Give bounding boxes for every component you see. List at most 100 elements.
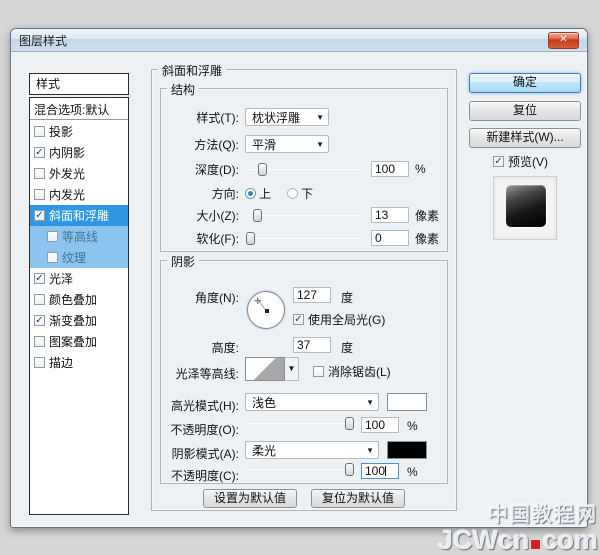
reset-default-button[interactable]: 复位为默认值 [311, 489, 405, 508]
technique-dropdown[interactable]: 平滑 ▼ [245, 135, 329, 153]
direction-row: 方向: 上 下 [167, 183, 441, 203]
soften-unit: 像素 [415, 230, 439, 247]
style-preview-thumbnail [493, 176, 557, 240]
style-row: 样式(T): 枕状浮雕 ▼ [167, 107, 441, 127]
slider-thumb[interactable] [345, 417, 354, 430]
slider-thumb[interactable] [246, 232, 255, 245]
ok-button[interactable]: 确定 [469, 73, 581, 93]
watermark-url-prefix: JCWcn [438, 525, 530, 555]
direction-down-radio[interactable] [287, 188, 298, 199]
preview-checkbox[interactable]: ✓ [493, 156, 504, 167]
sidebar-item-texture[interactable]: 纹理 [30, 247, 128, 268]
titlebar[interactable]: 图层样式 ✕ [11, 29, 587, 52]
checkbox-icon[interactable]: ✓ [34, 210, 45, 221]
direction-label: 方向: [167, 185, 239, 202]
preview-row: ✓ 预览(V) [493, 153, 548, 170]
watermark-url-suffix: com [542, 525, 598, 555]
slider-track [245, 215, 363, 216]
panel-title: 斜面和浮雕 [158, 62, 226, 79]
sidebar-item-stroke[interactable]: 描边 [30, 352, 128, 373]
check-icon: ✓ [35, 315, 43, 326]
soften-slider[interactable] [245, 232, 363, 245]
check-icon: ✓ [35, 147, 43, 158]
checkbox-icon[interactable]: ✓ [34, 273, 45, 284]
antialias-checkbox[interactable] [313, 366, 324, 377]
sidebar-item-bevel-emboss[interactable]: ✓ 斜面和浮雕 [30, 205, 128, 226]
check-icon: ✓ [35, 273, 43, 284]
reset-button[interactable]: 复位 [469, 101, 581, 121]
checkbox-icon[interactable]: ✓ [34, 315, 45, 326]
sidebar-item-label: 描边 [49, 354, 73, 371]
checkbox-icon[interactable]: ✓ [34, 147, 45, 158]
new-style-button[interactable]: 新建样式(W)... [469, 128, 581, 148]
depth-input[interactable]: 100 [371, 161, 409, 177]
sidebar-item-label: 混合选项:默认 [34, 101, 109, 118]
sidebar-item-outer-glow[interactable]: 外发光 [30, 163, 128, 184]
direction-up-radio[interactable] [245, 188, 256, 199]
shadow-mode-label: 阴影模式(A): [161, 445, 239, 462]
watermark-url: JCWcn com [438, 527, 598, 553]
sidebar-item-inner-shadow[interactable]: ✓ 内阴影 [30, 142, 128, 163]
gloss-contour-label: 光泽等高线: [161, 365, 239, 382]
sidebar-item-blending-options[interactable]: 混合选项:默认 [30, 99, 128, 120]
size-slider[interactable] [245, 209, 363, 222]
sidebar-item-pattern-overlay[interactable]: 图案叠加 [30, 331, 128, 352]
sidebar-item-inner-glow[interactable]: 内发光 [30, 184, 128, 205]
shadow-opacity-slider[interactable] [245, 463, 353, 476]
soften-input[interactable]: 0 [371, 230, 409, 246]
angle-dial[interactable]: ✛ [247, 291, 285, 329]
direction-up-label: 上 [259, 185, 271, 202]
dialog-title: 图层样式 [19, 32, 67, 49]
gloss-contour-dropdown[interactable]: ▼ [285, 357, 299, 381]
size-input[interactable]: 13 [371, 207, 409, 223]
checkbox-icon[interactable] [34, 126, 45, 137]
altitude-input[interactable]: 37 [293, 337, 331, 353]
slider-track [245, 469, 353, 470]
sidebar-item-contour[interactable]: 等高线 [30, 226, 128, 247]
highlight-opacity-input[interactable]: 100 [361, 417, 399, 433]
slider-thumb[interactable] [258, 163, 267, 176]
gloss-contour-swatch[interactable] [245, 357, 285, 381]
altitude-label: 高度: [161, 339, 239, 356]
sidebar-item-label: 投影 [49, 123, 73, 140]
altitude-unit: 度 [341, 339, 353, 356]
global-light-checkbox[interactable]: ✓ [293, 314, 304, 325]
soften-label: 软化(F): [167, 230, 239, 247]
close-button[interactable]: ✕ [548, 32, 579, 49]
size-label: 大小(Z): [167, 207, 239, 224]
technique-row: 方法(Q): 平滑 ▼ [167, 134, 441, 154]
checkbox-icon[interactable] [47, 231, 58, 242]
set-default-button[interactable]: 设置为默认值 [203, 489, 297, 508]
sidebar-item-label: 渐变叠加 [49, 312, 97, 329]
shadow-mode-dropdown[interactable]: 柔光 ▼ [245, 441, 379, 459]
shadow-opacity-label: 不透明度(C): [161, 467, 239, 484]
highlight-opacity-slider[interactable] [245, 417, 353, 430]
checkbox-icon[interactable] [34, 189, 45, 200]
sidebar-item-color-overlay[interactable]: 颜色叠加 [30, 289, 128, 310]
highlight-mode-value: 浅色 [252, 394, 362, 411]
size-row: 大小(Z): 13 像素 [167, 205, 441, 225]
shadow-color-swatch[interactable] [387, 441, 427, 459]
sidebar-item-satin[interactable]: ✓ 光泽 [30, 268, 128, 289]
checkbox-icon[interactable] [34, 168, 45, 179]
style-dropdown[interactable]: 枕状浮雕 ▼ [245, 108, 329, 126]
depth-slider[interactable] [245, 163, 363, 176]
highlight-mode-dropdown[interactable]: 浅色 ▼ [245, 393, 379, 411]
sidebar-item-drop-shadow[interactable]: 投影 [30, 121, 128, 142]
technique-label: 方法(Q): [167, 136, 239, 153]
checkbox-icon[interactable] [34, 336, 45, 347]
slider-thumb[interactable] [253, 209, 262, 222]
checkbox-icon[interactable] [47, 252, 58, 263]
sidebar-item-label: 等高线 [62, 228, 98, 245]
text-caret [385, 466, 386, 476]
highlight-color-swatch[interactable] [387, 393, 427, 411]
shadow-opacity-input[interactable]: 100 [361, 463, 399, 479]
checkbox-icon[interactable] [34, 294, 45, 305]
style-label: 样式(T): [167, 109, 239, 126]
slider-thumb[interactable] [345, 463, 354, 476]
angle-input[interactable]: 127 [293, 287, 331, 303]
size-unit: 像素 [415, 207, 439, 224]
angle-label: 角度(N): [161, 289, 239, 306]
checkbox-icon[interactable] [34, 357, 45, 368]
sidebar-item-gradient-overlay[interactable]: ✓ 渐变叠加 [30, 310, 128, 331]
